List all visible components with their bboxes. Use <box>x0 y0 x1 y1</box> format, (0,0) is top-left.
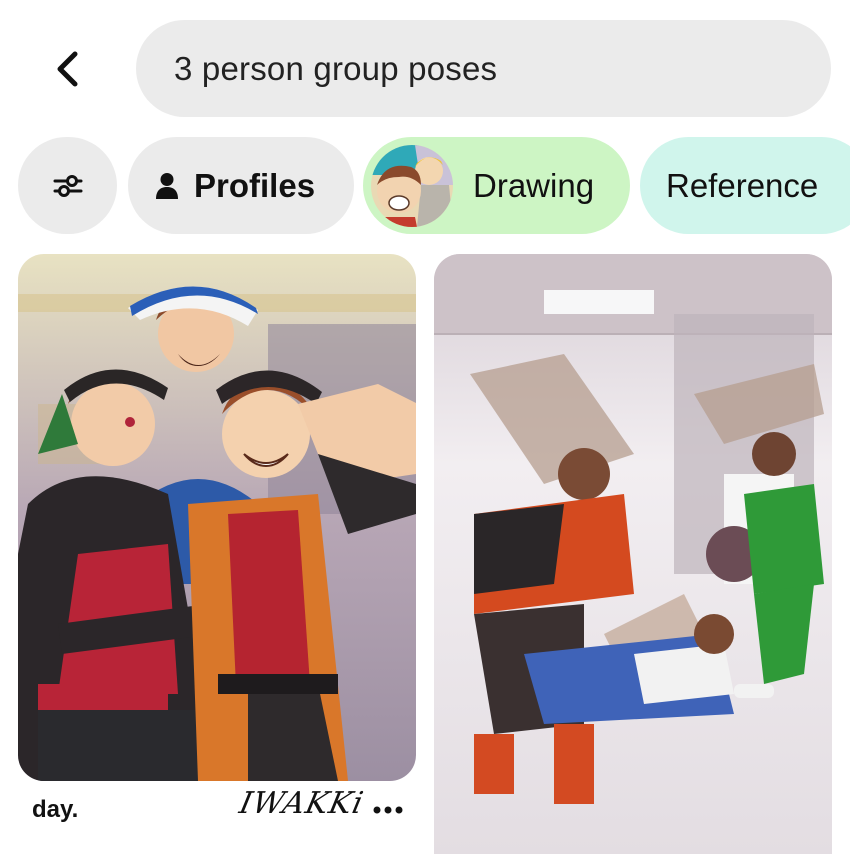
more-dots-icon <box>373 806 403 814</box>
pin-image-1[interactable] <box>18 254 416 781</box>
back-button[interactable] <box>40 40 96 98</box>
drawing-filter-chip[interactable]: Drawing <box>363 137 630 234</box>
pin-signature: IWAKKi <box>236 786 368 821</box>
drawing-thumbnail <box>371 144 453 227</box>
profiles-filter-chip[interactable]: Profiles <box>128 137 354 234</box>
chevron-left-icon <box>57 51 78 87</box>
search-query: 3 person group poses <box>174 49 498 87</box>
drawing-label: Drawing <box>473 166 595 204</box>
search-bar[interactable]: 3 person group poses <box>136 20 831 117</box>
pin-title[interactable]: day. <box>32 796 78 824</box>
more-options-button[interactable] <box>370 796 406 824</box>
reference-label: Reference <box>666 166 819 204</box>
person-icon <box>154 172 180 200</box>
sliders-icon <box>53 174 82 197</box>
filter-settings-button[interactable] <box>18 137 117 234</box>
reference-filter-chip[interactable]: Reference <box>640 137 850 234</box>
pin-image-2[interactable] <box>434 254 832 854</box>
profiles-label: Profiles <box>194 166 316 204</box>
